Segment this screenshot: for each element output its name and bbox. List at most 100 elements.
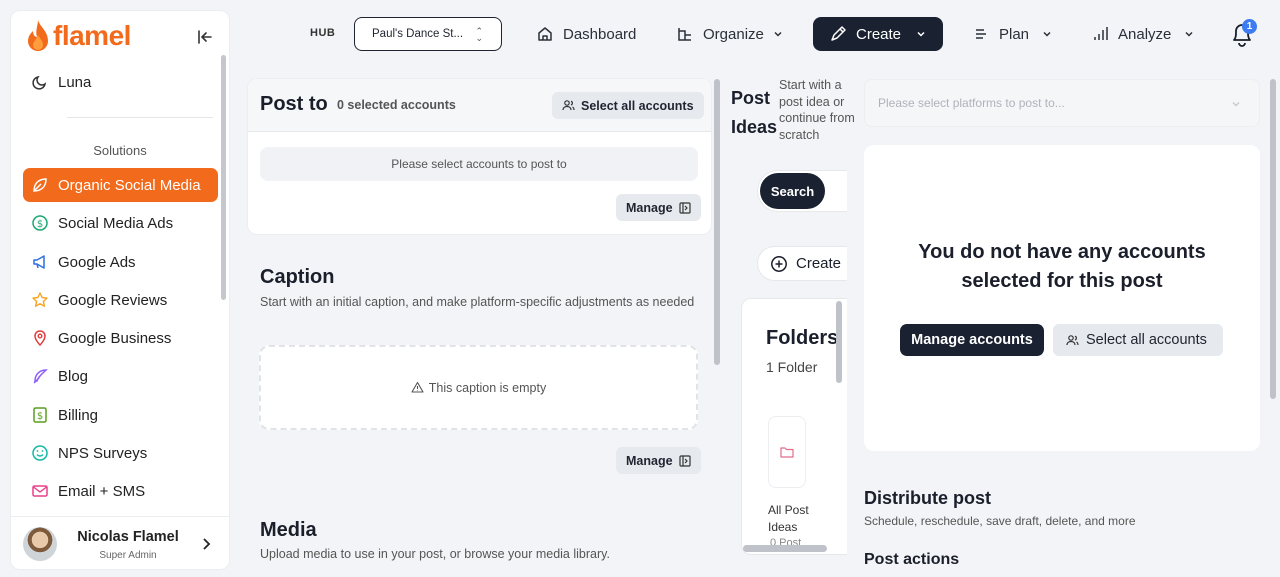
folder-icon — [780, 447, 794, 458]
bar-chart-icon — [1094, 27, 1108, 40]
sidebar-item-label: Luna — [58, 73, 92, 91]
feather-icon — [33, 369, 48, 384]
dollar-doc-icon: $ — [33, 407, 47, 423]
list-icon — [976, 29, 986, 39]
warning-icon — [411, 381, 424, 393]
caption-empty-box[interactable]: This caption is empty — [259, 345, 698, 430]
nav-label: Plan — [999, 25, 1030, 43]
moon-icon — [32, 75, 47, 90]
smile-icon — [32, 445, 48, 461]
sidebar-item-luna[interactable]: Luna — [23, 65, 218, 99]
no-accounts-message: You do not have any accounts selected fo… — [864, 238, 1260, 296]
svg-text:$: $ — [37, 219, 43, 230]
folder-card[interactable] — [768, 416, 806, 488]
media-title: Media — [260, 519, 317, 541]
platform-select[interactable]: Please select platforms to post to... — [864, 79, 1260, 127]
post-ideas-title-line2: Ideas — [731, 117, 778, 137]
plus-circle-icon — [771, 255, 787, 272]
post-to-title: Post to — [260, 93, 328, 115]
hub-select[interactable]: Paul's Dance St... ⌃ ⌄ — [354, 17, 502, 51]
sidebar-item-google-business[interactable]: Google Business — [23, 321, 218, 355]
manage-label: Manage — [626, 453, 673, 468]
sidebar-item-google-ads[interactable]: Google Ads — [23, 245, 218, 279]
manage-accounts-button[interactable]: Manage — [616, 194, 701, 221]
manage-caption-button[interactable]: Manage — [616, 447, 701, 474]
flame-icon — [28, 20, 48, 51]
panel-icon — [678, 454, 691, 467]
select-all-label: Select all accounts — [1086, 332, 1207, 348]
distribute-title: Distribute post — [864, 488, 992, 508]
folders-horizontal-scrollbar[interactable] — [743, 545, 827, 552]
home-icon — [538, 27, 552, 41]
folders-panel: Folders 1 Folder All Post Ideas 0 Post — [741, 298, 847, 555]
nav-dashboard[interactable]: Dashboard — [526, 17, 646, 51]
users-icon — [1066, 334, 1079, 345]
sidebar-item-email-sms[interactable]: Email + SMS — [23, 474, 218, 508]
nav-analyze[interactable]: Analyze — [1081, 17, 1204, 51]
star-icon — [32, 292, 48, 307]
search-button[interactable]: Search — [760, 173, 825, 209]
sidebar-item-label: Google Ads — [58, 253, 136, 271]
hub-label: HUB — [310, 27, 336, 39]
caption-subtitle: Start with an initial caption, and make … — [260, 295, 695, 309]
chevron-down-icon — [1232, 102, 1240, 107]
post-ideas-title-line1: Post — [731, 88, 771, 108]
brand-name: flamel — [53, 20, 131, 51]
distribute-subtitle: Schedule, reschedule, save draft, delete… — [864, 514, 1136, 528]
sidebar-item-label: Billing — [58, 406, 99, 424]
nav-label: Organize — [703, 25, 764, 43]
no-accounts-text: You do not have any accounts selected fo… — [918, 241, 1206, 292]
manage-accounts-primary-button[interactable]: Manage accounts — [900, 324, 1044, 356]
megaphone-icon — [33, 255, 45, 269]
sidebar-item-label: Social Media Ads — [58, 214, 174, 232]
folders-title: Folders — [766, 327, 839, 349]
sidebar-item-social-media-ads[interactable]: $ Social Media Ads — [23, 206, 218, 240]
nav-label: Dashboard — [563, 25, 637, 43]
panel-icon — [678, 201, 691, 214]
create-label: Create — [796, 255, 842, 272]
collapse-sidebar-icon[interactable] — [195, 27, 215, 47]
sidebar-item-organic-social-media[interactable]: Organic Social Media — [23, 168, 218, 202]
post-to-header: Post to 0 selected accounts Select all a… — [248, 79, 711, 132]
nav-label: Create — [856, 25, 902, 43]
updown-icon: ⌃ ⌄ — [475, 26, 483, 43]
platform-select-placeholder: Please select platforms to post to... — [878, 96, 1065, 110]
manage-label: Manage — [626, 200, 673, 215]
sidebar-item-label: Google Reviews — [58, 291, 168, 309]
flamel-logo[interactable]: flamel — [25, 19, 131, 53]
select-all-accounts-secondary-button[interactable]: Select all accounts — [1053, 324, 1223, 356]
nav-create[interactable]: Create — [813, 17, 943, 51]
accounts-placeholder: Please select accounts to post to — [260, 147, 698, 181]
sidebar-item-nps-surveys[interactable]: NPS Surveys — [23, 436, 218, 470]
right-panel-scrollbar[interactable] — [1270, 79, 1276, 399]
user-role: Super Admin — [99, 550, 157, 561]
chevron-down-icon — [1043, 31, 1051, 37]
users-icon — [562, 100, 575, 111]
nav-plan[interactable]: Plan — [962, 17, 1062, 51]
no-accounts-card: You do not have any accounts selected fo… — [864, 145, 1260, 451]
post-actions-title: Post actions — [864, 551, 960, 568]
select-all-label: Select all accounts — [581, 98, 694, 113]
sidebar-item-label: Email + SMS — [58, 482, 146, 500]
post-ideas-subtitle: Start with a post idea or continue from … — [779, 78, 855, 142]
sidebar-item-billing[interactable]: $ Billing — [23, 398, 218, 432]
dollar-circle-icon: $ — [32, 215, 48, 231]
post-ideas-title: Post Ideas — [731, 84, 781, 142]
user-profile[interactable]: Nicolas Flamel Super Admin — [11, 516, 229, 569]
sidebar-item-label: Google Business — [58, 329, 172, 347]
create-idea-button[interactable]: Create — [757, 246, 847, 281]
avatar — [23, 527, 57, 561]
nav-label: Analyze — [1118, 25, 1172, 43]
main-scrollbar[interactable] — [714, 79, 720, 365]
select-all-accounts-button[interactable]: Select all accounts — [552, 92, 704, 119]
selected-count: 0 selected accounts — [337, 98, 456, 112]
sidebar-item-label: Organic Social Media — [58, 176, 201, 194]
sidebar-scrollbar[interactable] — [221, 55, 226, 300]
folders-vertical-scrollbar[interactable] — [836, 301, 842, 383]
sidebar-item-google-reviews[interactable]: Google Reviews — [23, 283, 218, 317]
sidebar-item-blog[interactable]: Blog — [23, 359, 218, 393]
chevron-down-icon — [1185, 31, 1193, 37]
notification-badge: 1 — [1242, 19, 1257, 34]
nav-organize[interactable]: Organize — [666, 17, 793, 51]
user-name: Nicolas Flamel — [77, 529, 179, 545]
